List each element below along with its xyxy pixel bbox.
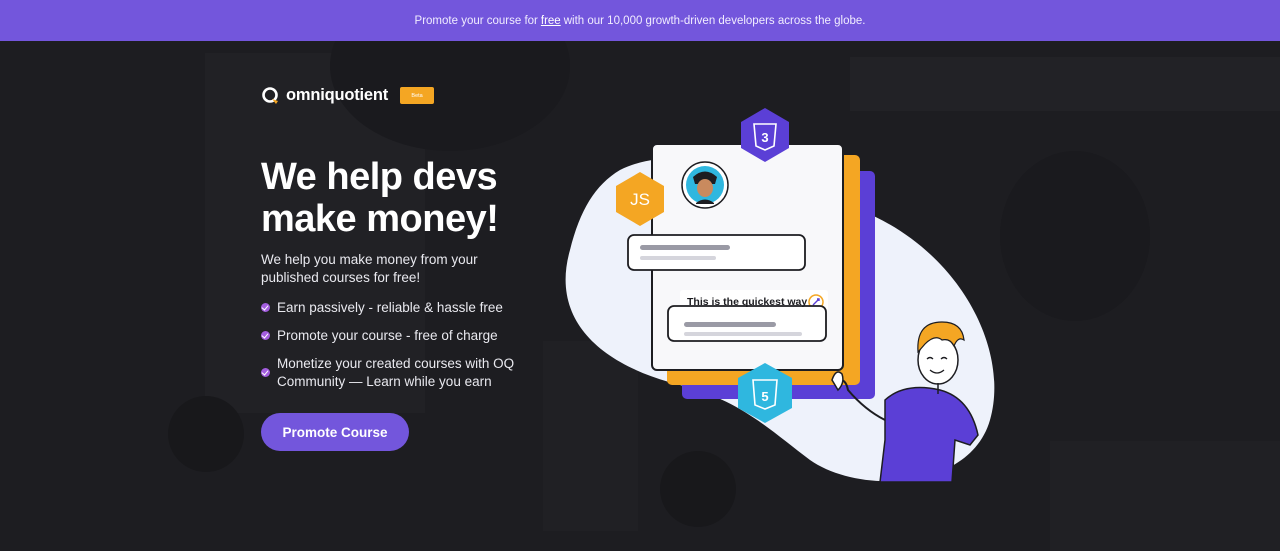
check-icon xyxy=(261,368,270,377)
text-box-top xyxy=(627,234,806,271)
svg-text:JS: JS xyxy=(630,190,650,209)
brand-logo[interactable]: omniquotient Beta xyxy=(261,86,435,105)
banner-text-after: with our 10,000 growth-driven developers… xyxy=(563,14,866,27)
feature-item: Promote your course - free of charge xyxy=(261,327,541,345)
hero-illustration: 3 JS 5 This is the quickest way xyxy=(560,100,1040,490)
banner-free-link[interactable]: free xyxy=(541,15,561,27)
banner-text-before: Promote your course for xyxy=(414,14,538,27)
feature-text: Monetize your created courses with OQ Co… xyxy=(277,356,515,389)
svg-text:5: 5 xyxy=(761,389,768,404)
feature-item: Monetize your created courses with OQ Co… xyxy=(261,355,541,391)
promo-banner: Promote your course for free with our 10… xyxy=(0,0,1280,41)
check-icon xyxy=(261,331,270,340)
feature-list: Earn passively - reliable & hassle free … xyxy=(261,299,541,401)
feature-item: Earn passively - reliable & hassle free xyxy=(261,299,541,317)
quickest-way-label: This is the quickest way xyxy=(687,296,808,308)
promote-course-button[interactable]: Promote Course xyxy=(261,413,409,451)
check-icon xyxy=(261,303,270,312)
svg-text:3: 3 xyxy=(761,130,768,145)
brand-name: omniquotient xyxy=(286,86,389,104)
feature-text: Promote your course - free of charge xyxy=(277,328,498,343)
feature-text: Earn passively - reliable & hassle free xyxy=(277,300,503,315)
illustration-svg: 3 JS 5 xyxy=(565,108,995,483)
hero-subtitle: We help you make money from your publish… xyxy=(261,252,478,285)
bg-block xyxy=(1050,441,1280,551)
bg-circle xyxy=(168,396,244,472)
beta-badge: Beta xyxy=(400,87,435,104)
hero-title: We help devs make money! xyxy=(261,156,499,240)
omniquotient-logo-icon xyxy=(261,86,280,105)
